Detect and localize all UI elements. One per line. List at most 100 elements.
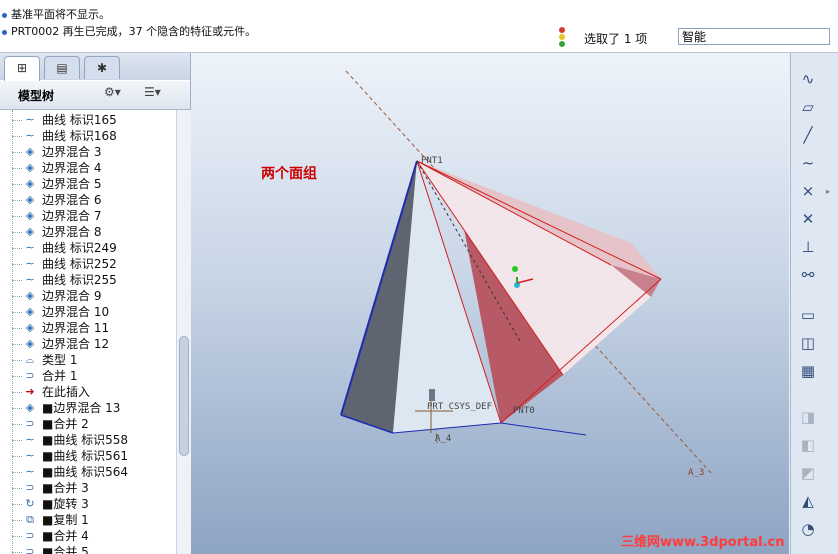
tree-connector <box>12 456 22 457</box>
analysis-icon[interactable]: ⚯ <box>795 263 821 287</box>
message-area: 基准平面将不显示。 PRT0002 再生已完成，37 个隐含的特征或元件。 选取… <box>0 0 838 53</box>
tree-connector <box>12 248 22 249</box>
dragger-handle[interactable] <box>512 266 518 272</box>
mirror-icon[interactable]: ◨ <box>795 405 821 429</box>
tree-item[interactable]: ∼ 曲线 标识249 <box>0 240 176 256</box>
tree-item[interactable]: ◈ 边界混合 11 <box>0 320 176 336</box>
tree-item[interactable]: ⊃ ■合并 5 <box>0 544 176 554</box>
blend-surface-icon: ◈ <box>25 305 35 318</box>
paste-tool-icon[interactable]: ▦ <box>795 359 821 383</box>
merge-tool-icon[interactable]: ◧ <box>795 433 821 457</box>
tree-item[interactable]: ◈ 边界混合 3 <box>0 144 176 160</box>
curve-icon: ∼ <box>25 113 35 126</box>
coordinate-system-icon[interactable]: ⊥ <box>795 235 821 259</box>
tree-item[interactable]: ∼ 曲线 标识252 <box>0 256 176 272</box>
tree-item[interactable]: ∼ ■曲线 标识561 <box>0 448 176 464</box>
tree-item-label: ■曲线 标识561 <box>42 449 129 463</box>
tree-connector <box>12 296 22 297</box>
tree-item[interactable]: ◈ 边界混合 10 <box>0 304 176 320</box>
message-text: PRT0002 再生已完成，37 个隐含的特征或元件。 <box>11 25 257 38</box>
tree-item[interactable]: ⊃ ■合并 3 <box>0 480 176 496</box>
selection-filter-select[interactable]: 智能 <box>678 28 830 45</box>
navigator-panel: ⊞ ▤ ✱ 模型树 ⚙▾ ☰▾ ∼ 曲线 标识165 ∼ 曲线 标识168 ◈ 边界混合 … <box>0 53 191 554</box>
datum-axis-icon[interactable]: ╱ <box>795 123 821 147</box>
tree-item[interactable]: ◈ 边界混合 6 <box>0 192 176 208</box>
graphics-viewport[interactable]: PNT1 PNT0 PRT_CSYS_DEF A_4 A_3 两个面组 三维网w… <box>191 53 789 554</box>
copy-tool-icon[interactable]: ◫ <box>795 331 821 355</box>
csys-marker <box>429 389 435 401</box>
tree-item-label: 类型 1 <box>42 353 78 367</box>
trim-icon[interactable]: ◩ <box>795 461 821 485</box>
tree-item-label: ■合并 2 <box>42 417 89 431</box>
tree-scrollbar[interactable] <box>176 110 191 554</box>
tree-item-label: 曲线 标识168 <box>42 129 117 143</box>
layers-tab-icon[interactable]: ▤ <box>44 56 80 79</box>
datum-point-icon[interactable]: × <box>795 179 821 203</box>
tree-item[interactable]: ⊃ 合并 1 <box>0 368 176 384</box>
curve-icon: ∼ <box>25 273 35 286</box>
offset-icon[interactable]: ◔ <box>795 517 821 541</box>
tree-item[interactable]: ∼ 曲线 标识255 <box>0 272 176 288</box>
tree-item-label: 曲线 标识252 <box>42 257 117 271</box>
datum-plane-icon[interactable]: ▱ <box>795 95 821 119</box>
sketch-tool-icon[interactable]: ▭ <box>795 303 821 327</box>
tree-item-label: ■合并 5 <box>42 545 89 554</box>
scrollbar-thumb[interactable] <box>179 336 189 456</box>
tree-item[interactable]: ∼ ■曲线 标识564 <box>0 464 176 480</box>
tree-item[interactable]: ◈ 边界混合 8 <box>0 224 176 240</box>
tree-settings-icon[interactable]: ⚙▾ <box>104 85 132 105</box>
model-tree-tab-icon[interactable]: ⊞ <box>4 56 40 81</box>
blend-surface-icon: ◈ <box>25 145 35 158</box>
tree-item[interactable]: ◈ 边界混合 12 <box>0 336 176 352</box>
tree-item-label: ■复制 1 <box>42 513 89 527</box>
tree-item[interactable]: ⊃ ■合并 2 <box>0 416 176 432</box>
shape-icon: ⌓ <box>25 353 35 366</box>
tree-connector <box>12 536 22 537</box>
tree-connector <box>12 504 22 505</box>
selection-count: 选取了 1 项 <box>584 32 648 46</box>
tree-connector <box>12 344 22 345</box>
insert-arrow-icon: ➜ <box>25 385 35 398</box>
merge-icon: ⊃ <box>25 545 35 554</box>
tree-connector <box>12 408 22 409</box>
tree-connector <box>12 216 22 217</box>
blend-surface-icon: ◈ <box>25 161 35 174</box>
tree-item[interactable]: ∼ 曲线 标识165 <box>0 112 176 128</box>
tree-item[interactable]: ◈ 边界混合 9 <box>0 288 176 304</box>
csys-label: PRT_CSYS_DEF <box>427 402 492 412</box>
message-line: 基准平面将不显示。 <box>2 6 110 22</box>
tree-item[interactable]: ∼ 曲线 标识168 <box>0 128 176 144</box>
datum-curve-icon[interactable]: ∼ <box>795 151 821 175</box>
tree-item[interactable]: ∼ ■曲线 标识558 <box>0 432 176 448</box>
pnt1-label: PNT1 <box>421 156 443 166</box>
tree-item[interactable]: ↻ ■旋转 3 <box>0 496 176 512</box>
extend-icon[interactable]: ◭ <box>795 489 821 513</box>
watermark-text: 三维网www.3dportal.cn <box>621 535 785 550</box>
revolve-icon: ↻ <box>25 497 35 510</box>
tree-item[interactable]: ◈ 边界混合 7 <box>0 208 176 224</box>
tree-item[interactable]: ⌓ 类型 1 <box>0 352 176 368</box>
tree-item-label: ■边界混合 13 <box>42 401 121 415</box>
tree-item-label: ■曲线 标识558 <box>42 433 129 447</box>
tree-connector <box>12 232 22 233</box>
sketch-curve-icon[interactable]: ∿ <box>795 67 821 91</box>
tree-connector <box>12 440 22 441</box>
tree-item[interactable]: ◈ 边界混合 4 <box>0 160 176 176</box>
traffic-light-icon[interactable] <box>556 27 568 47</box>
flyout-arrow-icon[interactable]: ▸ <box>826 187 834 196</box>
sketched-point-icon[interactable]: ✕ <box>795 207 821 231</box>
tree-item[interactable]: ⧉ ■复制 1 <box>0 512 176 528</box>
tree-item-label: 边界混合 6 <box>42 193 102 207</box>
model-geometry: PNT1 PNT0 PRT_CSYS_DEF A_4 A_3 <box>340 70 712 478</box>
tree-item[interactable]: ◈ 边界混合 5 <box>0 176 176 192</box>
tree-item[interactable]: ⊃ ■合并 4 <box>0 528 176 544</box>
tree-connector <box>12 264 22 265</box>
tree-item-label: 合并 1 <box>42 369 78 383</box>
tree-item[interactable]: ➜ 在此插入 <box>0 384 176 400</box>
blend-surface-icon: ◈ <box>25 209 35 222</box>
tree-connector <box>12 360 22 361</box>
tree-connector <box>12 472 22 473</box>
tree-item[interactable]: ◈ ■边界混合 13 <box>0 400 176 416</box>
favorites-tab-icon[interactable]: ✱ <box>84 56 120 79</box>
tree-show-icon[interactable]: ☰▾ <box>144 85 172 105</box>
